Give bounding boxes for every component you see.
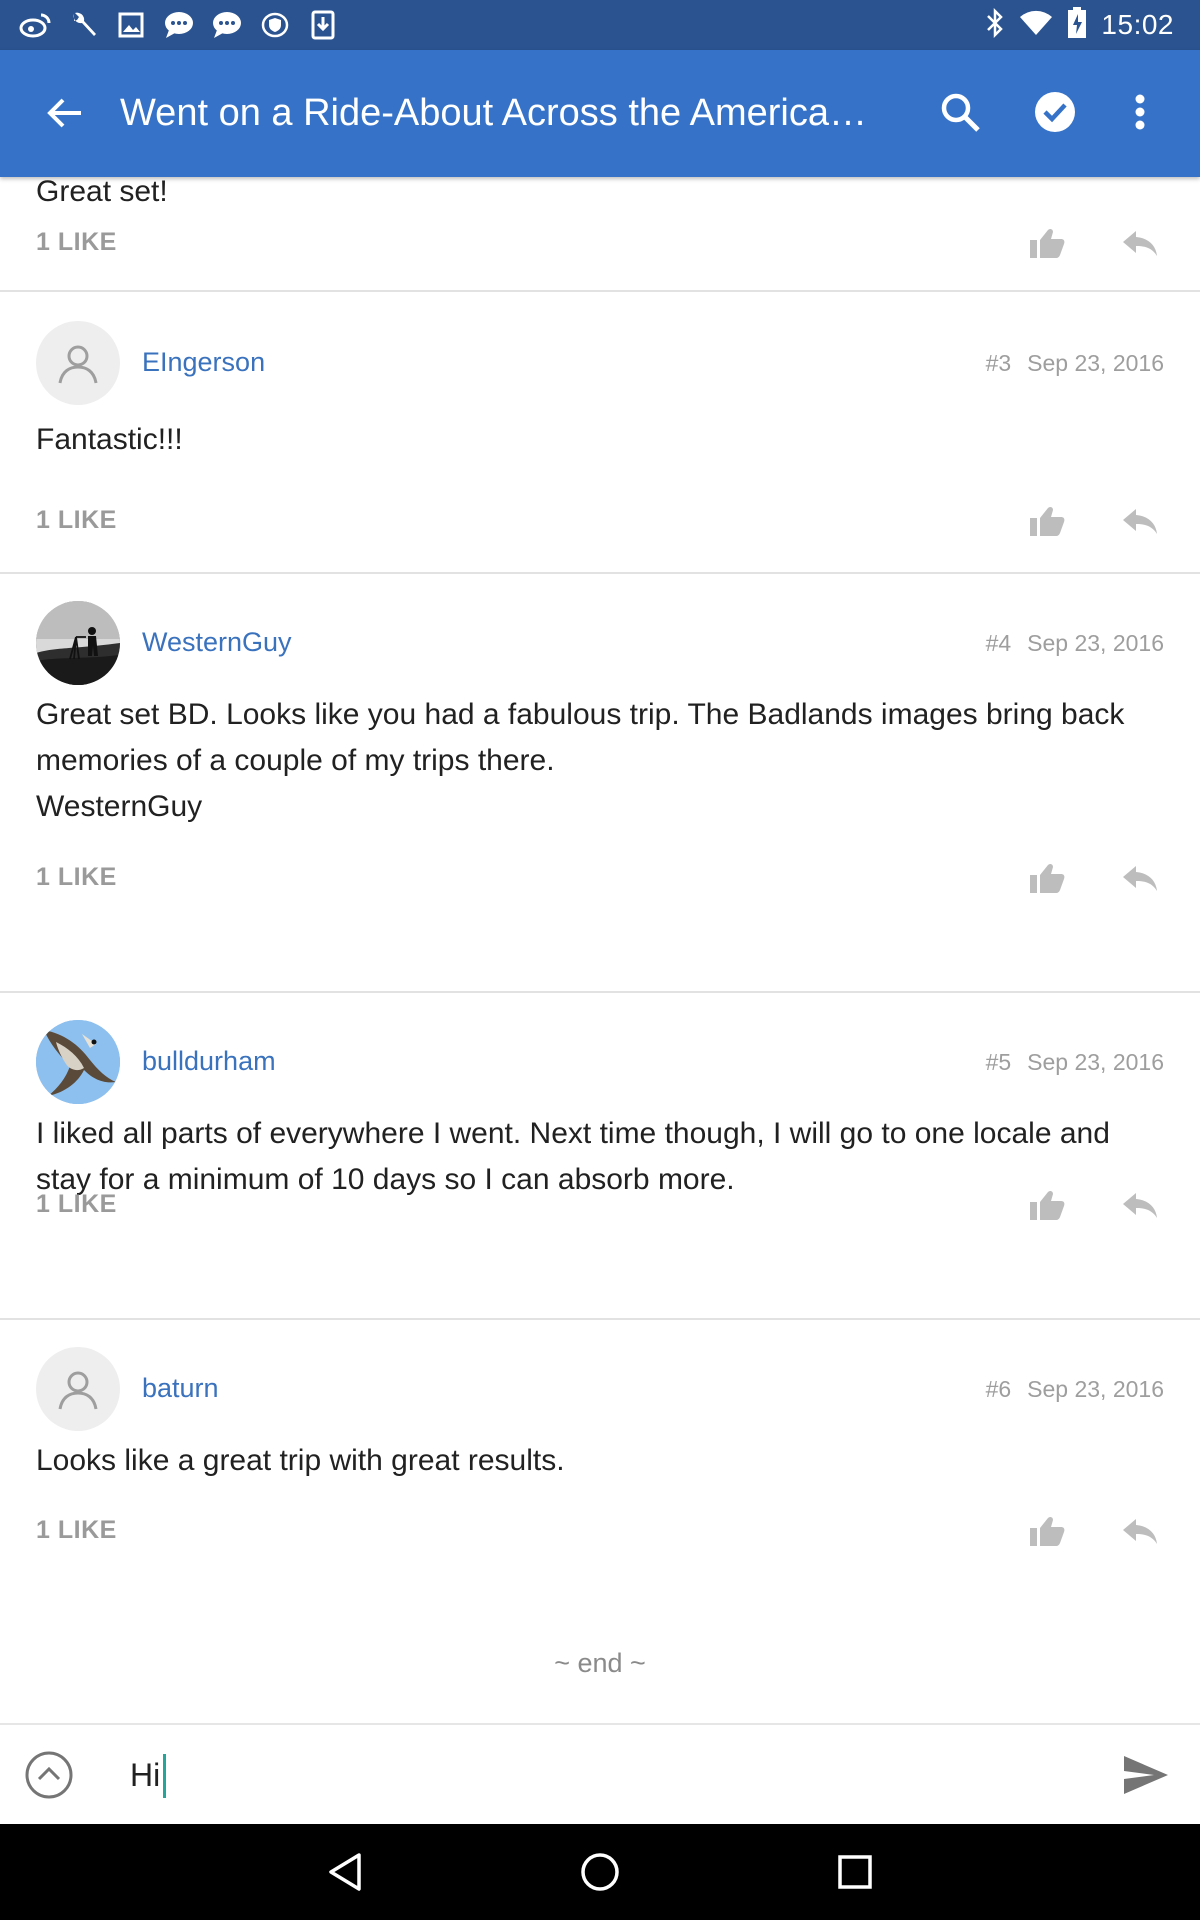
thread-content[interactable]: Great set! 1 LIKE EIngerson #3 Sep 23, 2… <box>0 177 1200 1723</box>
thumbs-up-icon[interactable] <box>1025 856 1069 900</box>
reply-icon[interactable] <box>1118 1183 1162 1227</box>
like-count: 1 LIKE <box>36 1190 117 1218</box>
more-vert-icon[interactable] <box>1110 82 1170 142</box>
reply-icon[interactable] <box>1118 856 1162 900</box>
thread-title: Went on a Ride-About Across the America… <box>120 92 867 134</box>
bluetooth-icon <box>985 7 1005 43</box>
post-item: WesternGuy #4 Sep 23, 2016 Great set BD.… <box>0 574 1200 993</box>
bird-avatar-icon <box>36 1020 120 1104</box>
wrench-icon <box>66 9 100 41</box>
post-date: Sep 23, 2016 <box>1027 1049 1164 1075</box>
notification-icons <box>18 9 340 41</box>
post-signature: WesternGuy <box>36 790 203 823</box>
thumbs-up-icon[interactable] <box>1025 1183 1069 1227</box>
post-body: Fantastic!!! <box>36 423 183 456</box>
reply-input[interactable] <box>130 1750 1090 1800</box>
thumbs-up-icon[interactable] <box>1025 221 1069 265</box>
expand-up-icon[interactable] <box>24 1750 74 1800</box>
post-body: Great set! <box>36 177 168 208</box>
post-body: Great set BD. Looks like you had a fabul… <box>36 698 1125 777</box>
post-item: EIngerson #3 Sep 23, 2016 Fantastic!!! 1… <box>0 292 1200 574</box>
battery-charging-icon <box>1067 6 1087 44</box>
post-number[interactable]: #6 <box>986 1376 1012 1403</box>
chat-bubble-icon <box>162 9 196 41</box>
send-icon[interactable] <box>1118 1749 1174 1801</box>
chat-bubble-icon <box>210 9 244 41</box>
system-nav-bar <box>0 1824 1200 1920</box>
wifi-icon <box>1019 9 1053 42</box>
nav-recents-icon[interactable] <box>829 1846 881 1898</box>
post-body: I liked all parts of everywhere I went. … <box>36 1117 1110 1196</box>
image-icon <box>114 9 148 41</box>
post-item: baturn #6 Sep 23, 2016 Looks like a grea… <box>0 1320 1200 1580</box>
like-count: 1 LIKE <box>36 506 117 534</box>
post-number[interactable]: #4 <box>986 630 1012 657</box>
weibo-icon <box>18 9 52 41</box>
default-avatar-icon <box>58 345 98 384</box>
username-link[interactable]: baturn <box>142 1373 219 1404</box>
back-arrow-icon[interactable] <box>40 88 90 138</box>
post-number[interactable]: #3 <box>986 350 1012 377</box>
end-of-thread-marker: ~ end ~ <box>554 1648 646 1678</box>
post-item: Great set! 1 LIKE <box>0 177 1200 292</box>
post-meta: #5 Sep 23, 2016 <box>986 1049 1164 1076</box>
reply-icon[interactable] <box>1118 1509 1162 1553</box>
thumbs-up-icon[interactable] <box>1025 1509 1069 1553</box>
search-icon[interactable] <box>930 82 990 142</box>
avatar[interactable] <box>36 321 120 405</box>
nav-home-icon[interactable] <box>574 1846 626 1898</box>
shield-icon <box>258 9 292 41</box>
like-count: 1 LIKE <box>36 228 117 256</box>
post-meta: #3 Sep 23, 2016 <box>986 350 1164 377</box>
post-date: Sep 23, 2016 <box>1027 1376 1164 1402</box>
avatar[interactable] <box>36 1347 120 1431</box>
status-time: 15:02 <box>1101 9 1174 40</box>
post-date: Sep 23, 2016 <box>1027 630 1164 656</box>
reply-icon[interactable] <box>1118 221 1162 265</box>
status-bar: 15:02 <box>0 0 1200 50</box>
nav-back-icon[interactable] <box>319 1846 371 1898</box>
reply-icon[interactable] <box>1118 499 1162 543</box>
post-date: Sep 23, 2016 <box>1027 350 1164 376</box>
photographer-avatar-icon <box>36 601 120 685</box>
like-count: 1 LIKE <box>36 863 117 891</box>
app-bar: Went on a Ride-About Across the America… <box>0 50 1200 177</box>
download-icon <box>306 9 340 41</box>
username-link[interactable]: WesternGuy <box>142 627 292 658</box>
system-status: 15:02 <box>985 0 1174 50</box>
avatar[interactable] <box>36 1020 120 1104</box>
post-meta: #4 Sep 23, 2016 <box>986 630 1164 657</box>
post-body: Looks like a great trip with great resul… <box>36 1444 565 1477</box>
post-item: bulldurham #5 Sep 23, 2016 I liked all p… <box>0 993 1200 1320</box>
post-meta: #6 Sep 23, 2016 <box>986 1376 1164 1403</box>
avatar[interactable] <box>36 601 120 685</box>
default-avatar-icon <box>58 1371 98 1410</box>
username-link[interactable]: EIngerson <box>142 347 265 378</box>
post-number[interactable]: #5 <box>986 1049 1012 1076</box>
like-count: 1 LIKE <box>36 1516 117 1544</box>
username-link[interactable]: bulldurham <box>142 1046 276 1077</box>
thumbs-up-icon[interactable] <box>1025 499 1069 543</box>
text-caret <box>163 1754 166 1798</box>
reply-composer <box>0 1723 1200 1824</box>
check-circle-icon[interactable] <box>1025 82 1085 142</box>
